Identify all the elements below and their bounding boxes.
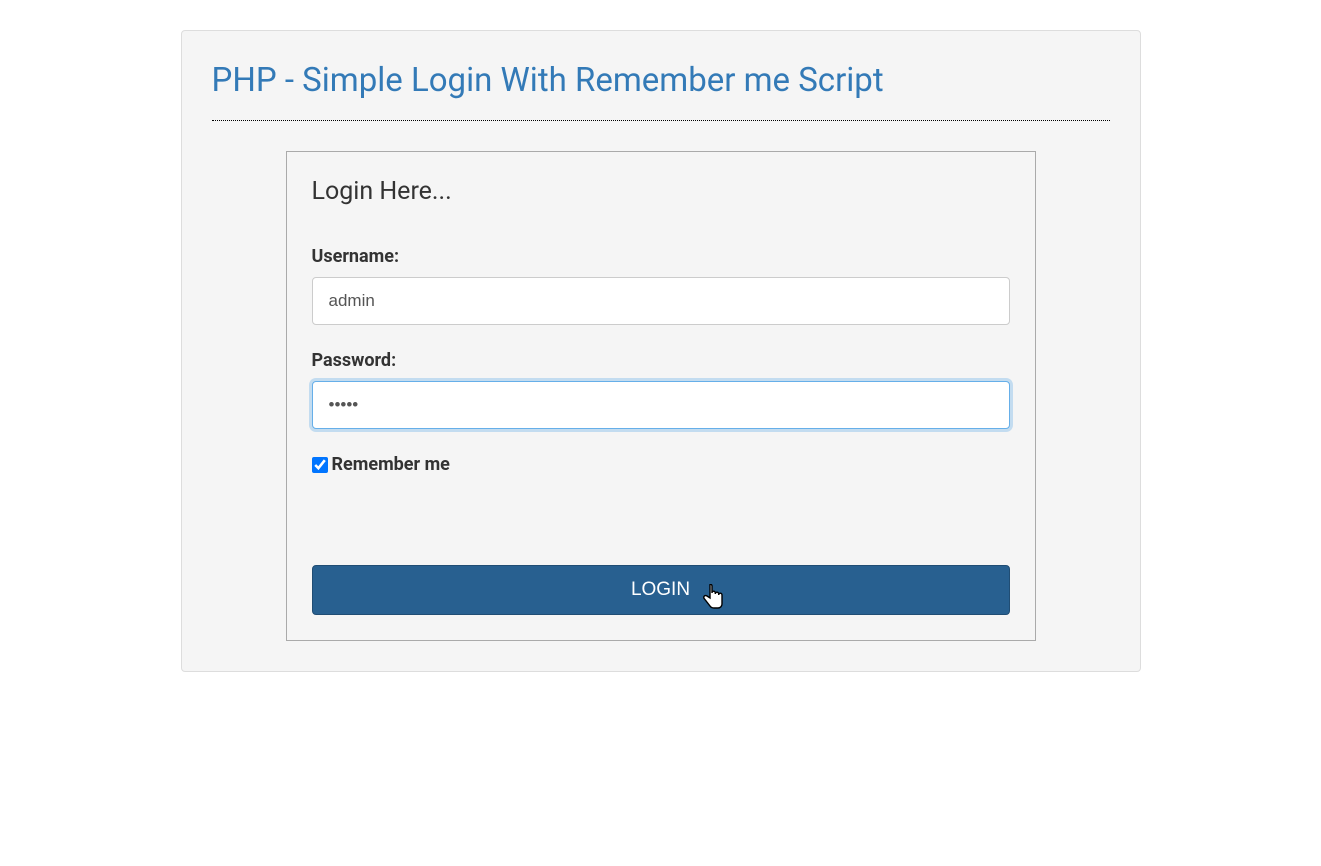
- pointer-cursor-icon: [702, 584, 724, 616]
- remember-checkbox[interactable]: [312, 457, 328, 473]
- page-title: PHP - Simple Login With Remember me Scri…: [212, 61, 1110, 100]
- remember-row: Remember me: [312, 454, 1010, 475]
- divider: [212, 120, 1110, 121]
- username-label: Username:: [312, 246, 1010, 267]
- password-input[interactable]: [312, 381, 1010, 429]
- login-button-label: LOGIN: [631, 579, 690, 600]
- outer-panel: PHP - Simple Login With Remember me Scri…: [181, 30, 1141, 672]
- username-input[interactable]: [312, 277, 1010, 325]
- password-label: Password:: [312, 350, 1010, 371]
- password-group: Password:: [312, 350, 1010, 429]
- login-button[interactable]: LOGIN: [312, 565, 1010, 615]
- login-card: Login Here... Username: Password: Rememb…: [286, 151, 1036, 641]
- login-heading: Login Here...: [312, 177, 1010, 206]
- remember-label: Remember me: [332, 454, 450, 475]
- username-group: Username:: [312, 246, 1010, 325]
